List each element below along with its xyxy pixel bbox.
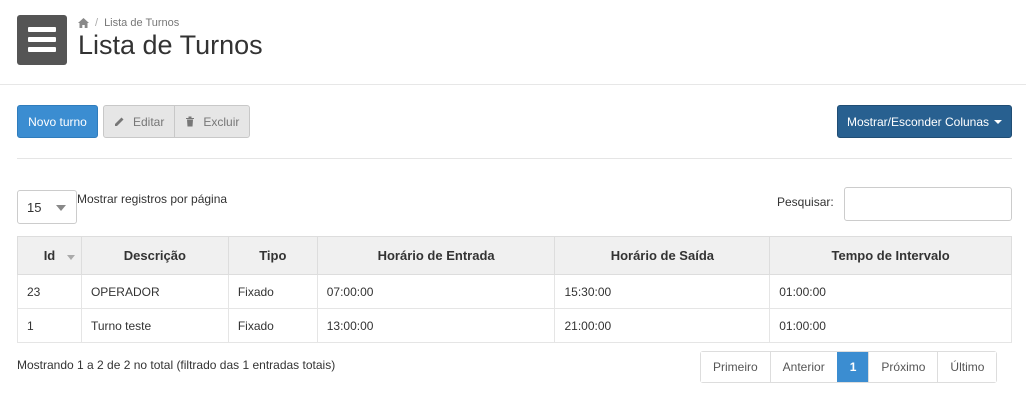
edit-label: Editar (133, 114, 165, 129)
breadcrumb: / Lista de Turnos (78, 17, 179, 29)
column-header-id[interactable]: Id (17, 236, 82, 275)
table-row[interactable]: 23 OPERADOR Fixado 07:00:00 15:30:00 01:… (17, 274, 1012, 309)
shifts-table: Id Descrição Tipo Horário de Entrada Hor… (17, 236, 1012, 343)
page-next-button[interactable]: Próximo (868, 352, 938, 382)
cell-description: Turno teste (80, 308, 229, 343)
cell-break-time: 01:00:00 (769, 308, 1012, 343)
page-length-label: Mostrar registros por página (77, 192, 228, 206)
cell-id: 23 (17, 274, 82, 309)
page-first-button[interactable]: Primeiro (701, 352, 770, 382)
column-header-entry-time[interactable]: Horário de Entrada (316, 236, 556, 275)
pencil-icon (115, 117, 124, 126)
cell-exit-time: 21:00:00 (554, 308, 771, 343)
column-header-description[interactable]: Descrição (80, 236, 229, 275)
home-icon[interactable] (78, 18, 89, 28)
page-header: / Lista de Turnos Lista de Turnos (0, 0, 1026, 85)
cell-type: Fixado (227, 308, 318, 343)
sort-desc-icon (66, 255, 75, 260)
delete-button[interactable]: Excluir (174, 106, 249, 137)
delete-label: Excluir (203, 114, 240, 129)
page-prev-button[interactable]: Anterior (769, 352, 837, 382)
cell-entry-time: 07:00:00 (316, 274, 556, 309)
page-last-button[interactable]: Último (937, 352, 997, 382)
cell-entry-time: 13:00:00 (316, 308, 556, 343)
breadcrumb-current: Lista de Turnos (104, 17, 180, 29)
column-header-exit-time[interactable]: Horário de Saída (554, 236, 771, 275)
cell-type: Fixado (227, 274, 318, 309)
toggle-columns-button[interactable]: Mostrar/Esconder Colunas (837, 105, 1012, 138)
trash-icon (186, 116, 195, 127)
column-header-type[interactable]: Tipo (227, 236, 318, 275)
cell-id: 1 (17, 308, 82, 343)
page-length-select[interactable]: 15 (17, 190, 77, 224)
table-row[interactable]: 1 Turno teste Fixado 13:00:00 21:00:00 0… (17, 308, 1012, 343)
search-input[interactable] (844, 187, 1012, 221)
caret-down-icon (994, 119, 1003, 124)
cell-exit-time: 15:30:00 (554, 274, 771, 309)
page-length-value: 15 (27, 199, 42, 215)
new-shift-label: Novo turno (28, 114, 87, 129)
column-header-break-time[interactable]: Tempo de Intervalo (769, 236, 1012, 275)
new-shift-button[interactable]: Novo turno (17, 105, 98, 138)
cell-description: OPERADOR (80, 274, 229, 309)
search-label: Pesquisar: (777, 195, 834, 209)
breadcrumb-separator: / (95, 17, 99, 29)
page-current-button[interactable]: 1 (836, 352, 869, 382)
edit-button[interactable]: Editar (104, 106, 174, 137)
pagination: Primeiro Anterior 1 Próximo Último (700, 351, 998, 383)
divider (17, 158, 1012, 159)
toggle-columns-label: Mostrar/Esconder Colunas (846, 114, 990, 129)
menu-bar-icon (28, 27, 56, 32)
chevron-down-icon (56, 205, 66, 211)
table-info: Mostrando 1 a 2 de 2 no total (filtrado … (17, 358, 336, 372)
row-actions-group: Editar Excluir (103, 105, 251, 138)
cell-break-time: 01:00:00 (769, 274, 1012, 309)
menu-bar-icon (28, 47, 56, 52)
page-title: Lista de Turnos (78, 30, 263, 60)
menu-bar-icon (28, 37, 56, 42)
menu-toggle-button[interactable] (17, 15, 67, 65)
